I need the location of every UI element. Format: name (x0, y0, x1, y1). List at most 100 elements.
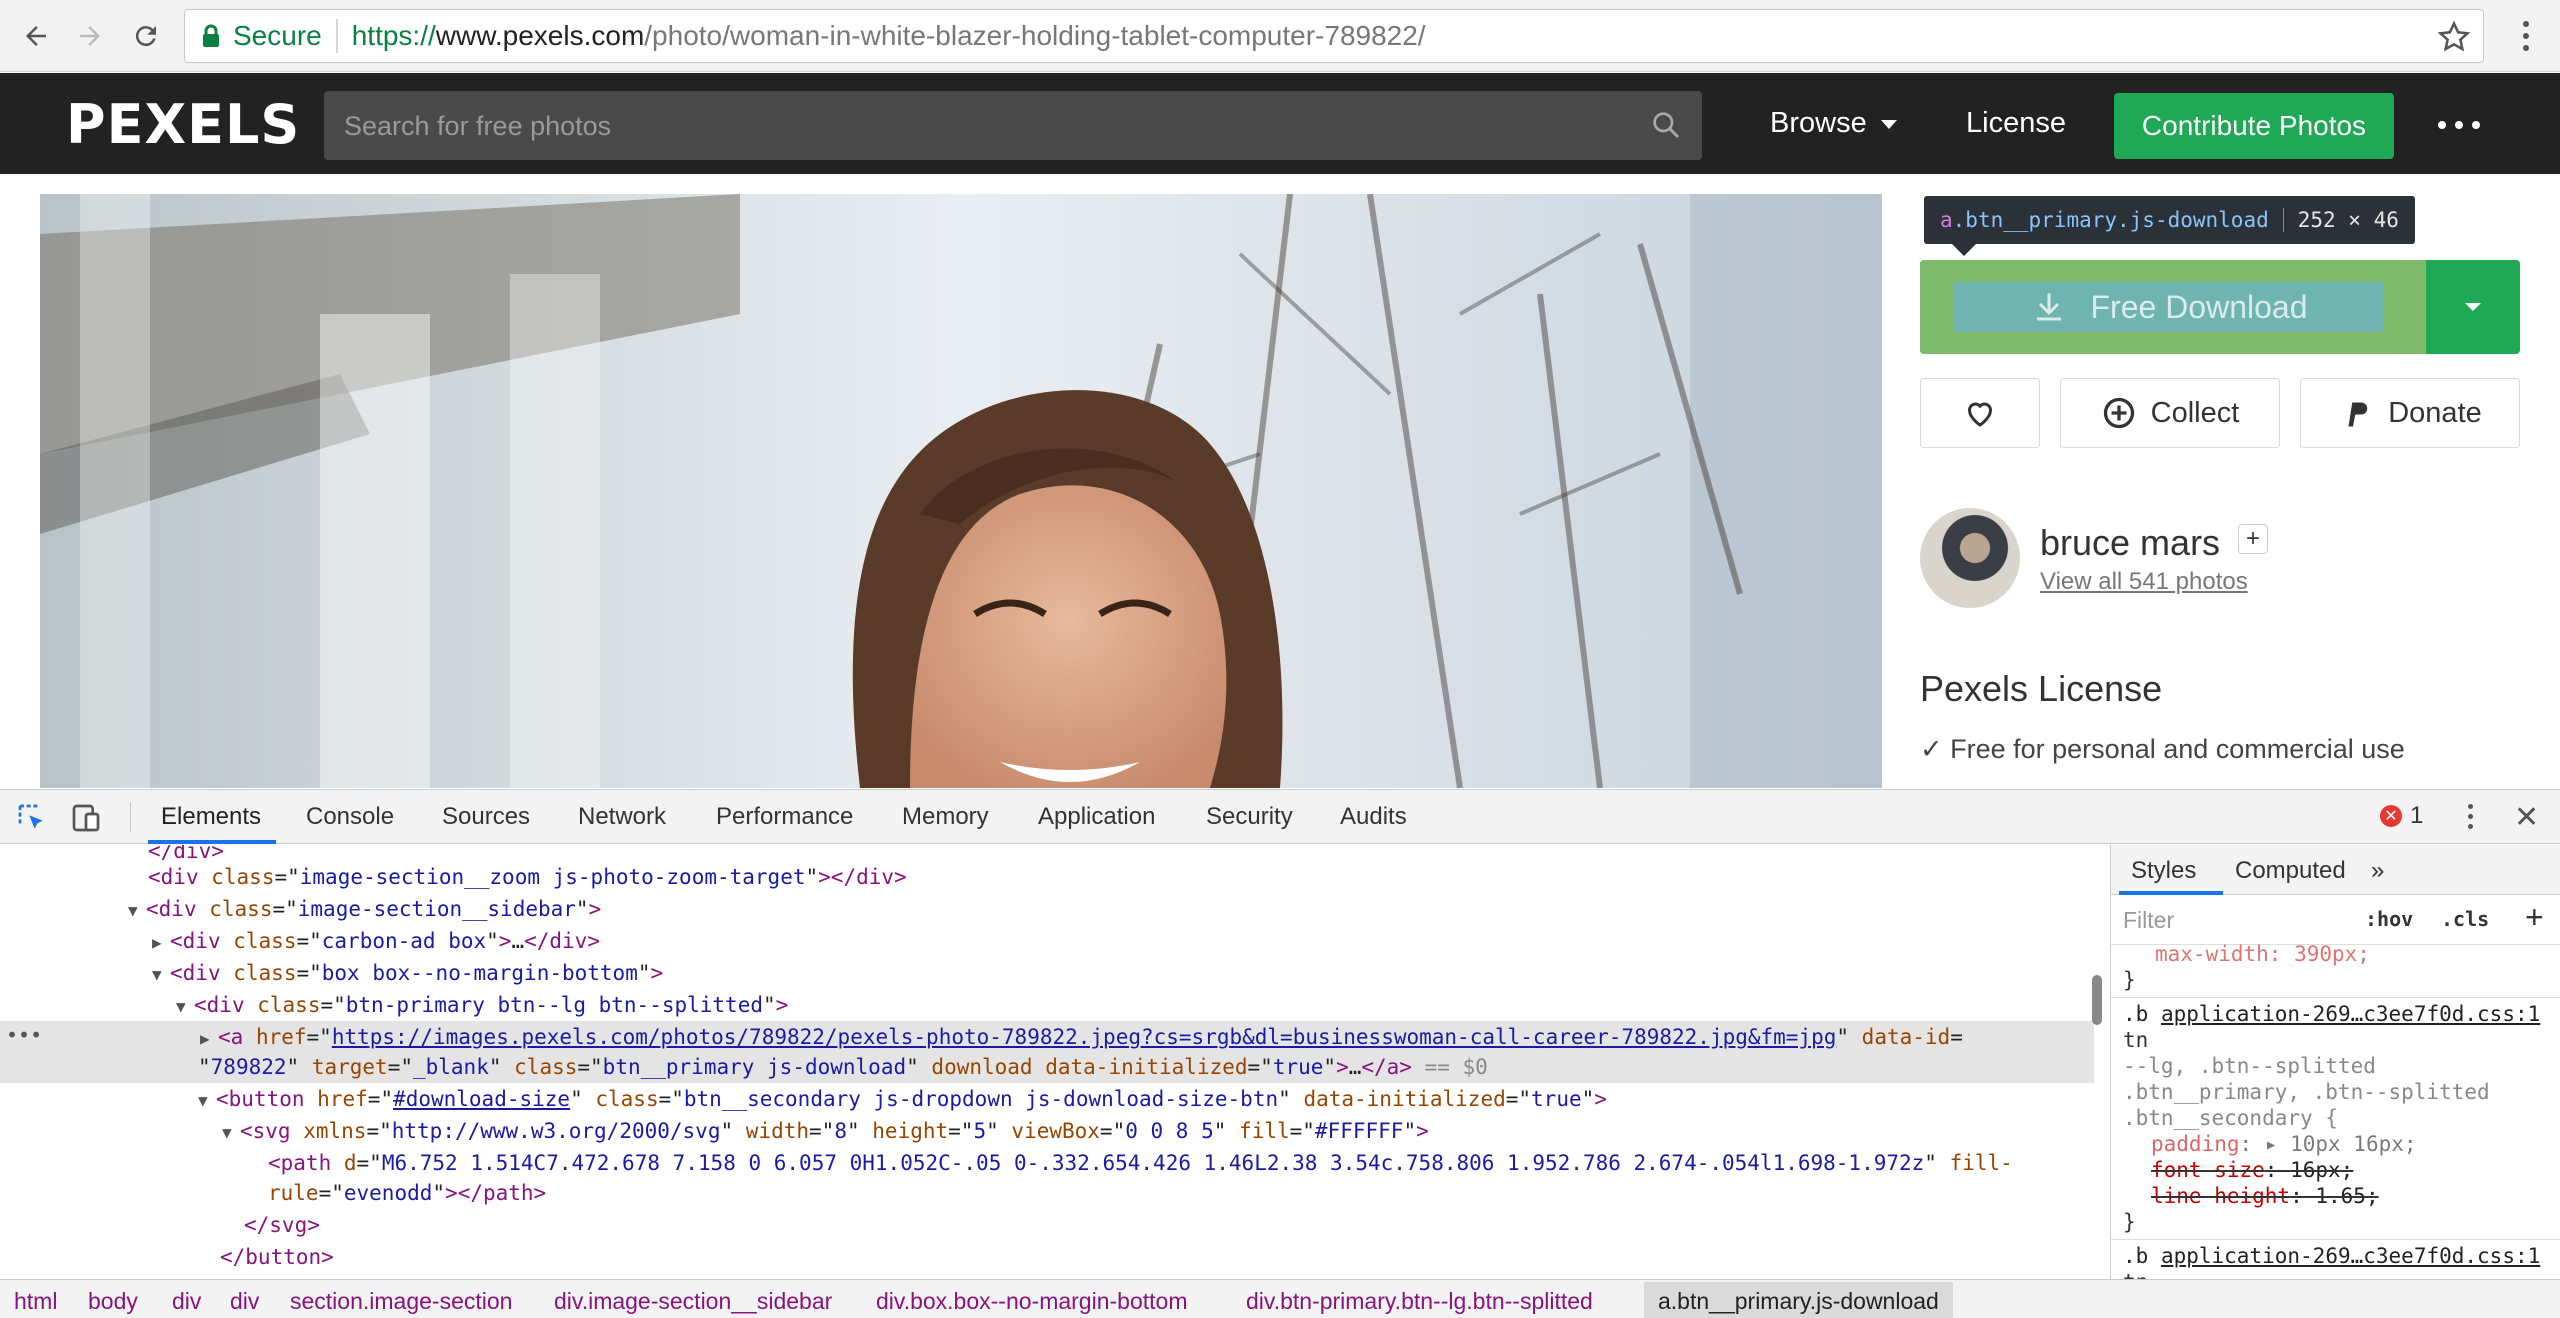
reload-icon[interactable] (126, 16, 166, 56)
donate-button[interactable]: Donate (2300, 378, 2520, 448)
dom-node[interactable]: <path d="M6.752 1.514C7.472.678 7.158 0 … (0, 1147, 2013, 1179)
dom-attr: class (211, 865, 275, 889)
tab-network[interactable]: Network (578, 803, 666, 831)
download-size-dropdown[interactable] (2426, 260, 2520, 354)
tab-computed[interactable]: Computed (2235, 857, 2346, 885)
dom-node-selected-line1[interactable]: ▶ <a href="https://images.pexels.com/phot… (0, 1021, 1963, 1053)
breadcrumb-item[interactable]: section.image-section (290, 1288, 512, 1315)
site-header: PEXELS Search for free photos Browse Lic… (0, 73, 2560, 174)
dom-attr-value: carbon-ad box (321, 929, 487, 953)
browse-menu[interactable]: Browse (1770, 107, 1897, 140)
css-declaration[interactable]: max-width: 390px; (2155, 941, 2370, 967)
expand-triangle-icon[interactable]: ▼ (176, 991, 194, 1023)
avatar[interactable] (1920, 508, 2020, 608)
css-selector: .btn__primary, .btn--splitted (2123, 1080, 2490, 1104)
hover-state-toggle[interactable]: :hov (2365, 907, 2413, 931)
dom-node[interactable]: </svg> (0, 1209, 320, 1241)
author-name[interactable]: bruce mars (2040, 522, 2220, 564)
inspect-element-icon[interactable] (16, 802, 48, 834)
dom-tag: div (160, 865, 199, 889)
css-declaration-overridden[interactable]: line-height: 1.65; (2151, 1183, 2379, 1209)
error-count-badge[interactable]: ✕ 1 (2380, 802, 2423, 830)
css-declaration[interactable]: padding: ▸ 10px 16px; (2151, 1131, 2417, 1157)
main-photo[interactable] (40, 194, 1882, 788)
expand-triangle-icon[interactable]: ▼ (128, 895, 146, 927)
bookmark-star-icon[interactable] (2437, 20, 2471, 54)
dom-attr-link[interactable]: #download-size (393, 1087, 570, 1111)
dom-node[interactable]: ▼ <div class="box box--no-margin-bottom"> (0, 957, 663, 989)
like-button[interactable] (1920, 378, 2040, 448)
tab-security[interactable]: Security (1206, 803, 1293, 831)
search-icon[interactable] (1650, 109, 1682, 141)
forward-icon[interactable] (70, 16, 110, 56)
dom-selection-marker: == $0 (1424, 1055, 1488, 1079)
dom-attr-value: http://www.w3.org/2000/svg (391, 1119, 721, 1143)
address-bar[interactable]: Secure https://www.pexels.com/photo/woma… (184, 9, 2484, 63)
dom-tag: div (182, 961, 221, 985)
more-options-icon[interactable] (2438, 121, 2480, 129)
breadcrumb-item[interactable]: div (230, 1288, 259, 1315)
styles-filter-input[interactable]: Filter (2123, 907, 2174, 934)
download-label: Free Download (2090, 288, 2308, 325)
tab-application[interactable]: Application (1038, 803, 1155, 831)
expand-triangle-icon[interactable]: ▶ (152, 927, 170, 959)
breadcrumb-item[interactable]: body (88, 1288, 138, 1315)
css-selector: tn (2123, 1028, 2149, 1052)
breadcrumb-item[interactable]: div.box.box--no-margin-bottom (876, 1288, 1187, 1315)
tab-memory[interactable]: Memory (902, 803, 989, 831)
expand-triangle-icon[interactable]: ▼ (222, 1117, 240, 1149)
dom-scrollbar[interactable] (2092, 975, 2102, 1025)
dom-attr-value: 5 (973, 1119, 987, 1143)
close-icon[interactable]: ✕ (2514, 800, 2539, 835)
css-value: 1.65; (2315, 1184, 2379, 1208)
free-download-button[interactable]: Free Download (1920, 260, 2426, 354)
dom-node[interactable]: ▼ <div class="image-section__sidebar"> (0, 893, 601, 925)
devtools-panel: Elements Console Sources Network Perform… (0, 789, 2560, 1318)
breadcrumb-item-selected[interactable]: a.btn__primary.js-download (1644, 1282, 1953, 1318)
tab-styles[interactable]: Styles (2131, 857, 2196, 885)
browser-menu-icon[interactable] (2508, 16, 2544, 56)
css-source-link[interactable]: application-269…c3ee7f0d.css:1 (2161, 1002, 2540, 1026)
css-source-link[interactable]: application-269…c3ee7f0d.css:1 (2161, 1244, 2540, 1268)
expand-triangle-icon[interactable]: ▼ (152, 959, 170, 991)
class-toggle[interactable]: .cls (2441, 907, 2489, 931)
css-property: font-size (2151, 1158, 2265, 1182)
device-toolbar-icon[interactable] (70, 802, 102, 834)
more-tabs-icon[interactable]: » (2371, 857, 2384, 885)
devtools-menu-icon[interactable] (2468, 804, 2473, 829)
download-href-link[interactable]: https://images.pexels.com/photos/789822/… (332, 1025, 1837, 1049)
dom-node[interactable]: ▼ <div class="btn-primary btn--lg btn--sp… (0, 989, 788, 1021)
dom-node-cont[interactable]: rule="evenodd"></path> (0, 1177, 546, 1209)
collect-button[interactable]: Collect (2060, 378, 2280, 448)
dom-node[interactable]: </button> (0, 1241, 334, 1273)
license-item: ✓ Free for personal and commercial use (1920, 734, 2405, 764)
breadcrumb-item[interactable]: div.image-section__sidebar (554, 1288, 832, 1315)
dom-tag: div (206, 993, 245, 1017)
dom-tag: div (158, 897, 197, 921)
dom-node[interactable]: ▼ <button href="#download-size" class="bt… (0, 1083, 1607, 1115)
search-input[interactable]: Search for free photos (324, 91, 1702, 160)
dom-node[interactable]: ▼ <svg xmlns="http://www.w3.org/2000/svg"… (0, 1115, 1429, 1147)
follow-button[interactable]: + (2238, 524, 2268, 554)
dom-node[interactable]: ▶ <div class="carbon-ad box">…</div> (0, 925, 600, 957)
dom-node-selected-line2[interactable]: "789822" target="_blank" class="btn__pri… (0, 1051, 1488, 1083)
contribute-photos-button[interactable]: Contribute Photos (2114, 93, 2394, 159)
add-rule-icon[interactable]: + (2525, 899, 2544, 936)
expand-triangle-icon[interactable]: ▼ (198, 1085, 216, 1117)
breadcrumb-item[interactable]: div (172, 1288, 201, 1315)
view-all-photos-link[interactable]: View all 541 photos (2040, 568, 2248, 596)
breadcrumb-item[interactable]: html (14, 1288, 57, 1315)
tab-sources[interactable]: Sources (442, 803, 530, 831)
css-rule-header: .b application-269…c3ee7f0d.css:1 (2123, 1243, 2540, 1269)
back-icon[interactable] (16, 16, 56, 56)
tab-performance[interactable]: Performance (716, 803, 853, 831)
tab-audits[interactable]: Audits (1340, 803, 1407, 831)
dom-tree[interactable]: </div> <div class="image-section__zoom j… (0, 845, 2110, 1279)
tab-console[interactable]: Console (306, 803, 394, 831)
dom-node[interactable]: <div class="image-section__zoom js-photo… (0, 861, 907, 893)
breadcrumb-item[interactable]: div.btn-primary.btn--lg.btn--splitted (1246, 1288, 1593, 1315)
pexels-logo[interactable]: PEXELS (66, 93, 300, 156)
tab-elements[interactable]: Elements (161, 803, 261, 831)
css-declaration-overridden[interactable]: font-size: 16px; (2151, 1157, 2353, 1183)
license-link[interactable]: License (1966, 107, 2066, 140)
